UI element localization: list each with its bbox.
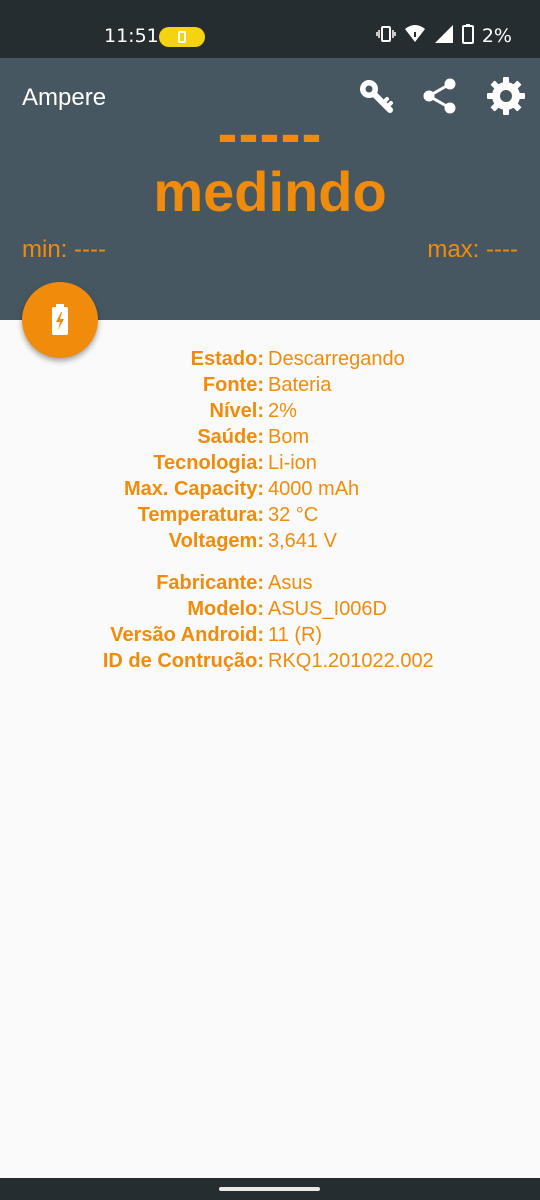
- wifi-icon: [404, 24, 426, 48]
- detail-label: ID de Contrução:: [102, 649, 264, 672]
- detail-row-model: Modelo: ASUS_I006D: [0, 596, 540, 622]
- navigation-bar: [0, 1178, 540, 1200]
- detail-label: Saúde:: [197, 425, 264, 448]
- detail-row-android-version: Versão Android: 11 (R): [0, 622, 540, 648]
- current-reading: -----: [217, 100, 323, 167]
- app-title: Ampere: [22, 84, 107, 111]
- detail-value: Bateria: [268, 373, 332, 396]
- detail-row-technology: Tecnologia: Li-ion: [0, 450, 540, 476]
- battery-percent: 2%: [481, 25, 512, 47]
- detail-row-health: Saúde: Bom: [0, 424, 540, 450]
- detail-row-status: Estado: Descarregando: [0, 346, 540, 372]
- detail-value: 2%: [268, 399, 297, 422]
- detail-row-source: Fonte: Bateria: [0, 372, 540, 398]
- detail-label: Voltagem:: [168, 529, 264, 552]
- detail-row-capacity: Max. Capacity: 4000 mAh: [0, 476, 540, 502]
- detail-value: Li-ion: [268, 451, 317, 474]
- detail-value: 4000 mAh: [268, 477, 360, 500]
- status-bar: 11:51 2%: [0, 0, 540, 58]
- app-header: Ampere ----- medindo min: ---- max: ----: [0, 58, 540, 320]
- detail-row-level: Nível: 2%: [0, 398, 540, 424]
- share-icon[interactable]: [420, 76, 460, 116]
- detail-value: Descarregando: [268, 347, 405, 370]
- home-gesture-handle[interactable]: [219, 1187, 320, 1191]
- detail-value: 32 °C: [268, 503, 319, 526]
- detail-label: Modelo:: [187, 597, 264, 620]
- detail-value: Bom: [268, 425, 310, 448]
- detail-row-temperature: Temperatura: 32 °C: [0, 502, 540, 528]
- status-time: 11:51: [104, 25, 159, 47]
- detail-label: Max. Capacity:: [123, 477, 264, 500]
- gear-icon[interactable]: [486, 76, 526, 116]
- status-icons: 2%: [376, 24, 512, 48]
- battery-details: Estado: Descarregando Fonte: Bateria Nível…: [0, 346, 540, 674]
- measuring-status: medindo: [153, 160, 387, 223]
- detail-label: Nível:: [209, 399, 264, 422]
- detail-row-build-id: ID de Contrução: RKQ1.201022.002: [0, 648, 540, 674]
- max-reading: max: ----: [427, 236, 518, 263]
- battery-charging-icon: [52, 304, 68, 335]
- detail-label: Fonte:: [202, 373, 264, 396]
- detail-label: Tecnologia:: [153, 451, 264, 474]
- key-icon[interactable]: [356, 76, 396, 116]
- detail-label: Estado:: [190, 347, 264, 370]
- detail-row-manufacturer: Fabricante: Asus: [0, 570, 540, 596]
- detail-value: RKQ1.201022.002: [268, 649, 434, 672]
- battery-saver-icon: [159, 27, 205, 47]
- detail-label: Fabricante:: [156, 571, 264, 594]
- vibrate-icon: [376, 24, 396, 48]
- detail-row-voltage: Voltagem: 3,641 V: [0, 528, 540, 554]
- min-reading: min: ----: [22, 236, 106, 263]
- signal-icon: [434, 24, 454, 48]
- detail-value: 11 (R): [268, 623, 323, 646]
- battery-icon: [461, 24, 474, 48]
- detail-label: Temperatura:: [137, 503, 264, 526]
- detail-label: Versão Android:: [110, 623, 264, 646]
- detail-value: Asus: [268, 571, 313, 594]
- detail-value: 3,641 V: [268, 529, 337, 552]
- detail-value: ASUS_I006D: [268, 597, 387, 620]
